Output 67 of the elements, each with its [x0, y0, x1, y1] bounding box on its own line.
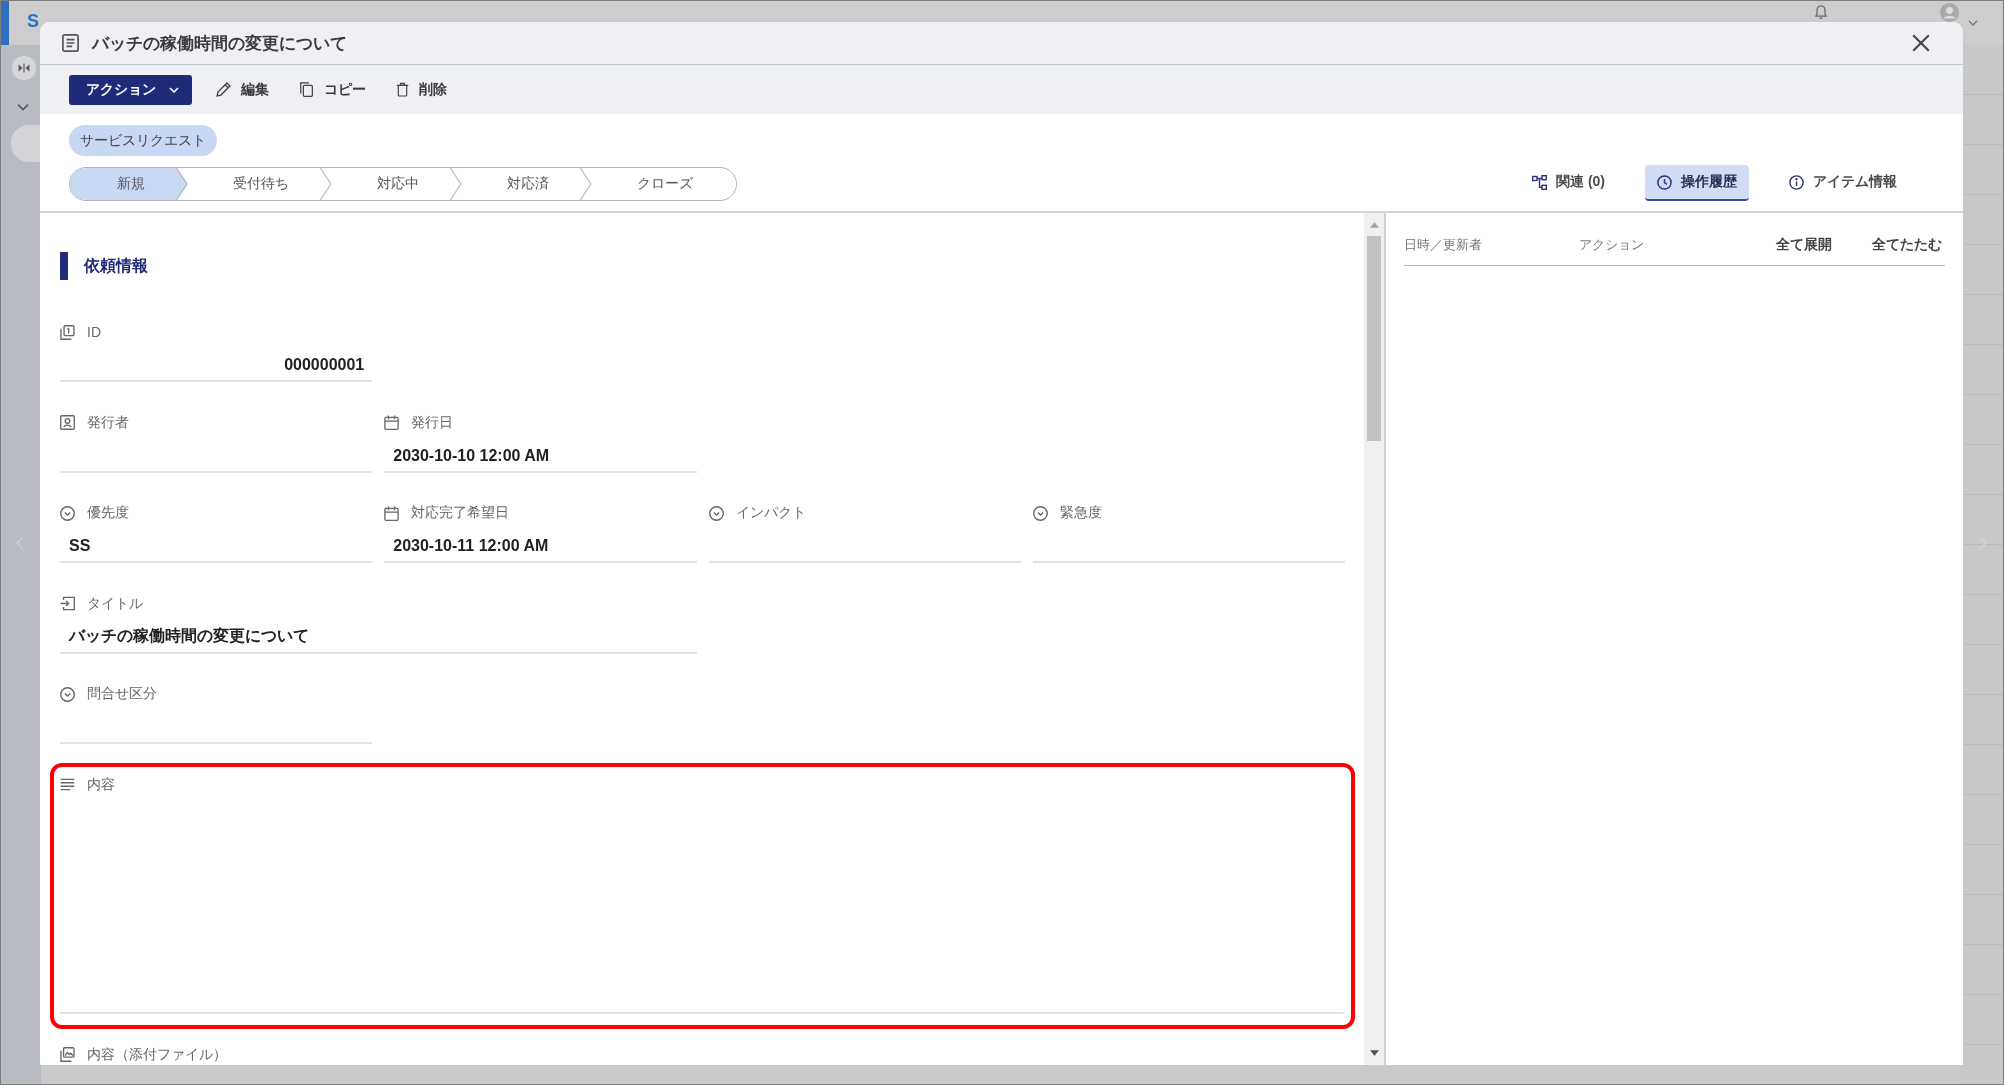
dialog-title: バッチの稼働時間の変更について [92, 32, 348, 55]
collapse-toggle-icon[interactable] [12, 56, 36, 80]
edit-button[interactable]: 編集 [210, 74, 275, 105]
images-icon [60, 1047, 75, 1063]
calendar-icon [384, 505, 400, 521]
field-label: 優先度 [87, 504, 129, 523]
user-avatar-icon[interactable] [1940, 3, 1959, 22]
brand-stripe [1, 1, 9, 45]
column-header: 日時／更新者 [1404, 236, 1483, 254]
date-field[interactable]: 2030-10-11 12:00 AM [384, 531, 697, 564]
text-field[interactable]: バッチの稼働時間の変更について [60, 621, 697, 654]
field-label: インパクト [735, 504, 806, 523]
text-lines-icon [60, 777, 75, 793]
date-field[interactable]: 2030-10-10 12:00 AM [384, 440, 697, 473]
trash-icon [396, 82, 409, 97]
chevron-right-icon[interactable] [1978, 536, 1987, 550]
scrollbar[interactable] [1364, 213, 1384, 1065]
chevron-circle-icon [1032, 505, 1048, 521]
pencil-icon [216, 82, 231, 97]
delete-button[interactable]: 削除 [390, 74, 453, 105]
id-field[interactable]: 000000001 [60, 350, 373, 382]
related-tab[interactable]: 関連 (0) [1520, 165, 1617, 201]
field-label: タイトル [87, 594, 143, 613]
chevron-circle-icon [708, 505, 724, 521]
copy-icon [299, 82, 314, 97]
section-title: 依頼情報 [84, 255, 148, 276]
arrow-into-box-icon [60, 596, 75, 612]
column-header: アクション [1579, 236, 1645, 254]
scroll-up-arrow-icon[interactable] [1369, 222, 1379, 228]
section-marker [60, 252, 68, 280]
caret-icon[interactable] [1968, 20, 1978, 26]
field-label: 対応完了希望日 [411, 504, 510, 523]
field-label: 発行日 [411, 413, 454, 432]
chevron-circle-icon [60, 505, 75, 521]
stacked-number-icon [60, 324, 75, 340]
field-label: 緊急度 [1059, 504, 1102, 523]
status-step[interactable]: 受付待ち [177, 168, 332, 200]
field-label: 問合せ区分 [87, 685, 157, 704]
status-step[interactable]: 対応済 [451, 168, 592, 200]
copy-button[interactable]: コピー [293, 74, 372, 105]
status-step[interactable]: 対応中 [321, 168, 462, 200]
field-label: 内容 [87, 775, 115, 794]
nav-pill[interactable] [11, 125, 41, 162]
calendar-icon [384, 415, 400, 431]
close-icon [1912, 34, 1930, 52]
network-icon [1532, 174, 1547, 190]
collapse-all-link[interactable]: 全てたたむ [1872, 236, 1942, 254]
field-label: 内容（添付ファイル） [87, 1045, 227, 1064]
bell-icon[interactable] [1815, 5, 1827, 19]
field-label: ID [87, 324, 101, 340]
caret-icon [169, 86, 179, 93]
expand-all-link[interactable]: 全て展開 [1776, 236, 1832, 254]
clock-icon [1657, 174, 1672, 190]
info-icon [1789, 174, 1804, 190]
history-tab[interactable]: 操作履歴 [1645, 165, 1749, 201]
actions-menu-button[interactable]: アクション [69, 74, 192, 105]
contact-card-icon [60, 415, 75, 431]
scroll-down-arrow-icon[interactable] [1369, 1050, 1379, 1056]
app-title: S [27, 10, 39, 32]
scrollbar-thumb[interactable] [1367, 236, 1381, 441]
select-field[interactable]: SS [60, 531, 373, 564]
document-icon [62, 34, 79, 52]
record-type-tag: サービスリクエスト [69, 125, 217, 156]
info-tab[interactable]: アイテム情報 [1777, 165, 1909, 201]
field-label: 発行者 [87, 413, 129, 432]
chevron-down-icon[interactable] [17, 103, 29, 111]
chevron-circle-icon [60, 686, 75, 702]
